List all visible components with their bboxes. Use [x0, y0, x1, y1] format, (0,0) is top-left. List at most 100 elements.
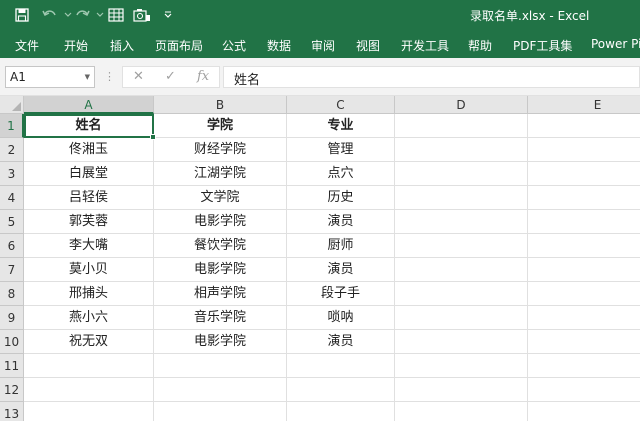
cell-d2[interactable]	[395, 138, 528, 162]
cell-c3[interactable]: 点穴	[287, 162, 395, 186]
cell-b4[interactable]: 文学院	[154, 186, 287, 210]
insert-function-icon[interactable]: fx	[197, 69, 209, 84]
cell-b9[interactable]: 音乐学院	[154, 306, 287, 330]
cell-a9[interactable]: 燕小六	[24, 306, 154, 330]
row-header-7[interactable]: 7	[0, 258, 24, 282]
select-all-button[interactable]	[0, 96, 24, 114]
cell-b10[interactable]: 电影学院	[154, 330, 287, 354]
cell-d7[interactable]	[395, 258, 528, 282]
cell-e5[interactable]	[528, 210, 640, 234]
row-header-12[interactable]: 12	[0, 378, 24, 402]
name-box[interactable]: A1 ▼	[5, 66, 95, 88]
cell-d3[interactable]	[395, 162, 528, 186]
cell-a10[interactable]: 祝无双	[24, 330, 154, 354]
cell-c11[interactable]	[287, 354, 395, 378]
cell-d11[interactable]	[395, 354, 528, 378]
redo-icon[interactable]	[72, 5, 92, 25]
row-header-9[interactable]: 9	[0, 306, 24, 330]
cell-c6[interactable]: 厨师	[287, 234, 395, 258]
row-header-13[interactable]: 13	[0, 402, 24, 421]
cell-e1[interactable]	[528, 114, 640, 138]
cell-b5[interactable]: 电影学院	[154, 210, 287, 234]
cancel-icon[interactable]: ✕	[133, 69, 144, 84]
cell-e10[interactable]	[528, 330, 640, 354]
row-header-10[interactable]: 10	[0, 330, 24, 354]
camera-icon[interactable]	[132, 5, 152, 25]
cell-a6[interactable]: 李大嘴	[24, 234, 154, 258]
cell-a2[interactable]: 佟湘玉	[24, 138, 154, 162]
cell-e3[interactable]	[528, 162, 640, 186]
cell-c4[interactable]: 历史	[287, 186, 395, 210]
column-header-d[interactable]: D	[395, 96, 528, 114]
cell-b3[interactable]: 江湖学院	[154, 162, 287, 186]
cell-d4[interactable]	[395, 186, 528, 210]
cell-b11[interactable]	[154, 354, 287, 378]
cell-e4[interactable]	[528, 186, 640, 210]
cell-d6[interactable]	[395, 234, 528, 258]
cell-b12[interactable]	[154, 378, 287, 402]
cell-b7[interactable]: 电影学院	[154, 258, 287, 282]
row-header-5[interactable]: 5	[0, 210, 24, 234]
cell-c7[interactable]: 演员	[287, 258, 395, 282]
column-header-e[interactable]: E	[528, 96, 640, 114]
tab-formulas[interactable]: 公式	[222, 37, 246, 54]
cell-a11[interactable]	[24, 354, 154, 378]
row-header-1[interactable]: 1	[0, 114, 24, 138]
cell-c1[interactable]: 专业	[287, 114, 395, 138]
cell-e11[interactable]	[528, 354, 640, 378]
cell-d10[interactable]	[395, 330, 528, 354]
row-header-11[interactable]: 11	[0, 354, 24, 378]
cell-c13[interactable]	[287, 402, 395, 421]
cell-a4[interactable]: 吕轻侯	[24, 186, 154, 210]
formula-bar-grip-icon[interactable]: ⋮	[104, 70, 115, 83]
cell-d1[interactable]	[395, 114, 528, 138]
tab-page-layout[interactable]: 页面布局	[155, 37, 203, 54]
cell-d8[interactable]	[395, 282, 528, 306]
cell-b1[interactable]: 学院	[154, 114, 287, 138]
cell-b2[interactable]: 财经学院	[154, 138, 287, 162]
formula-input[interactable]: 姓名	[223, 66, 640, 88]
cell-d5[interactable]	[395, 210, 528, 234]
cell-a1[interactable]: 姓名	[24, 114, 154, 138]
cell-d13[interactable]	[395, 402, 528, 421]
cell-a8[interactable]: 邢捕头	[24, 282, 154, 306]
cell-e7[interactable]	[528, 258, 640, 282]
cell-c5[interactable]: 演员	[287, 210, 395, 234]
tab-data[interactable]: 数据	[267, 37, 291, 54]
name-box-dropdown-icon[interactable]: ▼	[85, 73, 90, 81]
row-header-3[interactable]: 3	[0, 162, 24, 186]
tab-help[interactable]: 帮助	[468, 37, 492, 54]
cell-b13[interactable]	[154, 402, 287, 421]
cell-e9[interactable]	[528, 306, 640, 330]
cell-d12[interactable]	[395, 378, 528, 402]
tab-pdf-tools[interactable]: PDF工具集	[513, 37, 572, 54]
cell-e6[interactable]	[528, 234, 640, 258]
customize-icon[interactable]	[158, 5, 178, 25]
cell-b8[interactable]: 相声学院	[154, 282, 287, 306]
save-icon[interactable]	[12, 5, 32, 25]
tab-file[interactable]: 文件	[15, 37, 39, 54]
cell-e13[interactable]	[528, 402, 640, 421]
tab-developer[interactable]: 开发工具	[401, 37, 449, 54]
tab-view[interactable]: 视图	[356, 37, 380, 54]
row-header-2[interactable]: 2	[0, 138, 24, 162]
cell-a5[interactable]: 郭芙蓉	[24, 210, 154, 234]
cell-c12[interactable]	[287, 378, 395, 402]
column-header-b[interactable]: B	[154, 96, 287, 114]
cell-d9[interactable]	[395, 306, 528, 330]
enter-icon[interactable]: ✓	[165, 69, 176, 84]
column-header-a[interactable]: A	[24, 96, 154, 114]
tab-power-pivot[interactable]: Power Pivot	[591, 37, 640, 51]
cell-a3[interactable]: 白展堂	[24, 162, 154, 186]
cell-c8[interactable]: 段子手	[287, 282, 395, 306]
cell-c9[interactable]: 唢呐	[287, 306, 395, 330]
cell-e8[interactable]	[528, 282, 640, 306]
form-icon[interactable]	[106, 5, 126, 25]
cell-a13[interactable]	[24, 402, 154, 421]
tab-review[interactable]: 审阅	[311, 37, 335, 54]
cell-a7[interactable]: 莫小贝	[24, 258, 154, 282]
row-header-8[interactable]: 8	[0, 282, 24, 306]
cell-e2[interactable]	[528, 138, 640, 162]
cell-c10[interactable]: 演员	[287, 330, 395, 354]
row-header-6[interactable]: 6	[0, 234, 24, 258]
